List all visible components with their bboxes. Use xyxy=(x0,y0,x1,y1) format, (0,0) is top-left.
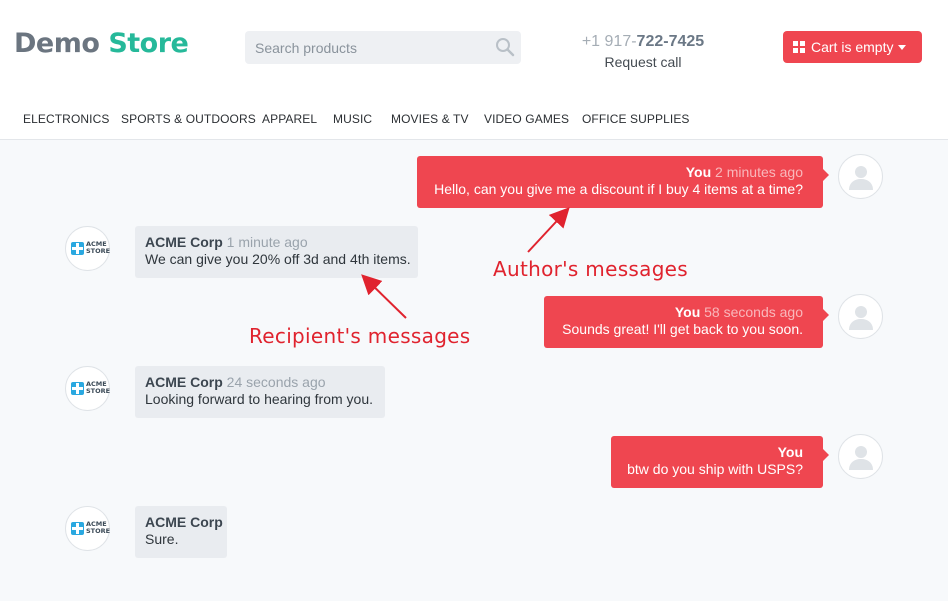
nav-item-video-games[interactable]: VIDEO GAMES xyxy=(484,112,569,126)
cart-label: Cart is empty xyxy=(811,39,894,55)
phone-prefix: +1 917- xyxy=(581,33,637,50)
logo-word-store: Store xyxy=(108,28,189,59)
nav-item-office-supplies[interactable]: OFFICE SUPPLIES xyxy=(582,112,690,126)
nav-item-electronics[interactable]: ELECTRONICS xyxy=(23,112,109,126)
search-icon[interactable] xyxy=(495,37,515,57)
arrow-to-recipient-message xyxy=(361,274,407,319)
chat-thread: You 2 minutes ago Hello, can you give me… xyxy=(0,140,948,601)
phone-main: 722-7425 xyxy=(636,33,705,50)
store-logo[interactable]: Demo Store xyxy=(14,28,189,59)
search-box[interactable] xyxy=(245,31,521,64)
annotation-arrows xyxy=(361,207,570,319)
header: Demo Store +1 917-722-7425 Request call … xyxy=(0,0,948,96)
arrow-to-author-message xyxy=(527,207,570,253)
nav-item-music[interactable]: MUSIC xyxy=(333,112,372,126)
category-nav: ELECTRONICS SPORTS & OUTDOORS APPAREL MU… xyxy=(0,96,948,140)
logo-word-demo: Demo xyxy=(14,28,100,59)
nav-item-movies-tv[interactable]: MOVIES & TV xyxy=(391,112,469,126)
phone-block: +1 917-722-7425 Request call xyxy=(575,33,711,70)
search-input[interactable] xyxy=(255,40,485,56)
grid-icon xyxy=(793,41,805,53)
nav-item-apparel[interactable]: APPAREL xyxy=(262,112,317,126)
request-call-link[interactable]: Request call xyxy=(575,54,711,70)
nav-item-sports-outdoors[interactable]: SPORTS & OUTDOORS xyxy=(121,112,256,126)
cart-button[interactable]: Cart is empty xyxy=(783,31,922,63)
chevron-down-icon xyxy=(898,44,907,50)
phone-number: +1 917-722-7425 xyxy=(575,33,711,51)
